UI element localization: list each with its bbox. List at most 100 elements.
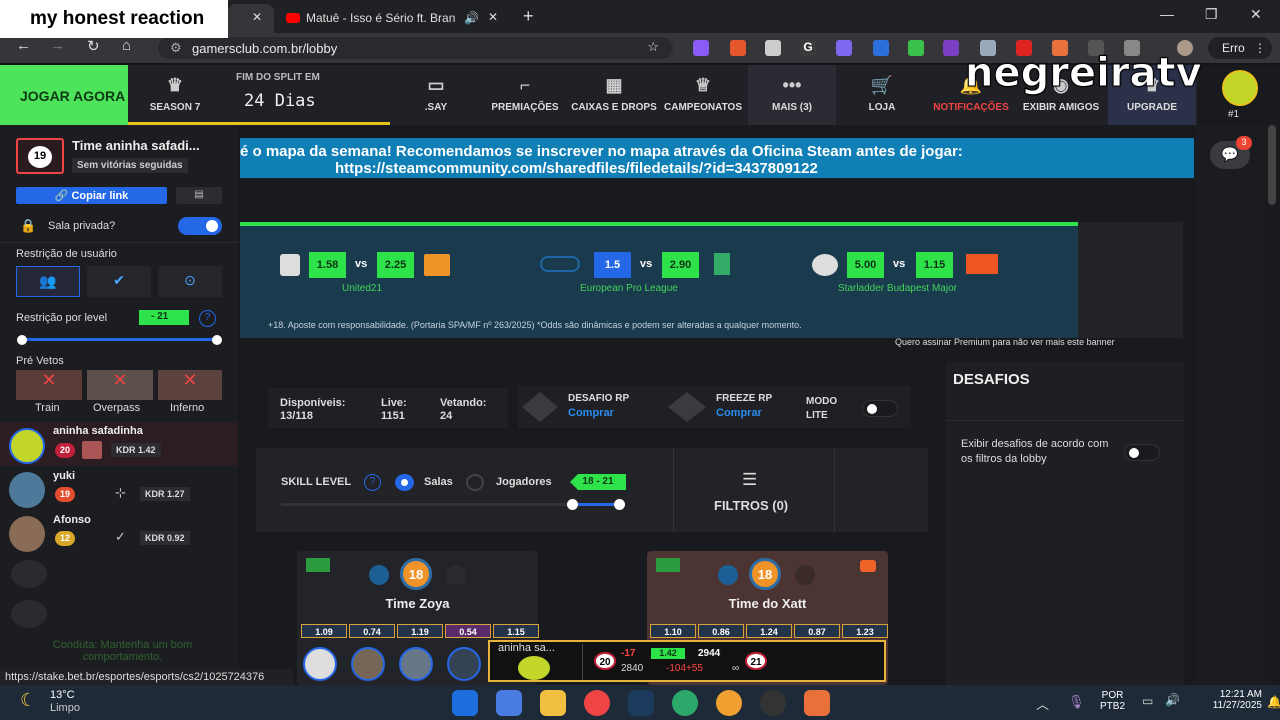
odd-button[interactable]: 5.00	[847, 252, 884, 278]
odd-button[interactable]: 1.58	[309, 252, 346, 278]
app-icon[interactable]	[672, 690, 698, 716]
help-icon[interactable]: ?	[199, 310, 216, 327]
odd-button[interactable]: 2.25	[377, 252, 414, 278]
avatar[interactable]	[351, 647, 385, 681]
close-icon[interactable]: ✕	[252, 10, 262, 24]
discord-icon[interactable]	[716, 690, 742, 716]
avatar[interactable]	[399, 647, 433, 681]
extension-icon[interactable]	[908, 40, 924, 56]
restore-button[interactable]: ❐	[1205, 6, 1218, 23]
delete-icon[interactable]: ▤	[176, 187, 222, 204]
browser-tab-gamersclub[interactable]: ✕	[228, 4, 274, 33]
network-icon[interactable]: ▭	[1142, 694, 1153, 708]
nav-mais[interactable]: ••• MAIS (3)	[748, 65, 836, 125]
avatar[interactable]	[303, 647, 337, 681]
empty-slot[interactable]	[11, 600, 47, 628]
modo-lite-toggle[interactable]	[862, 400, 898, 417]
close-window-button[interactable]: ✕	[1250, 6, 1262, 23]
slider-handle-min[interactable]	[567, 499, 578, 510]
speaker-icon[interactable]: 🔊	[1165, 693, 1180, 707]
chevron-up-icon[interactable]: ︿	[1036, 694, 1049, 713]
freeze-rp-label: FREEZE RP	[716, 393, 773, 404]
desafios-toggle[interactable]	[1124, 444, 1160, 461]
premium-link[interactable]: Quero assinar Premium para não ver mais …	[895, 337, 1115, 347]
extension-icon[interactable]	[873, 40, 889, 56]
empty-slot[interactable]	[11, 560, 47, 588]
speaker-icon[interactable]: 🔊	[464, 11, 479, 25]
extension-icon[interactable]	[730, 40, 746, 56]
restriction-everyone-button[interactable]: 👥	[16, 266, 80, 297]
copilot-icon[interactable]	[496, 690, 522, 716]
map-veto-inferno[interactable]: ✕	[158, 370, 222, 400]
filter-icon[interactable]: ☰	[742, 470, 757, 490]
extension-icon[interactable]	[836, 40, 852, 56]
forward-icon[interactable]: →	[50, 37, 65, 54]
player-row[interactable]: Afonso 12 ✓ KDR 0.92	[0, 510, 238, 554]
copy-link-button[interactable]: 🔗 Copiar link	[16, 187, 167, 204]
language-indicator[interactable]: POR PTB2	[1100, 690, 1125, 712]
mic-icon[interactable]: 🎙	[1068, 694, 1085, 710]
new-tab-button[interactable]: +	[523, 6, 534, 27]
nav-caixas[interactable]: ▦ CAIXAS E DROPS	[570, 65, 658, 125]
reload-icon[interactable]: ↻	[87, 37, 100, 55]
map-of-week-banner[interactable]: é o mapa da semana! Recomendamos se insc…	[240, 138, 1194, 178]
close-icon[interactable]: ✕	[488, 10, 498, 24]
freeze-rp-buy[interactable]: Comprar	[716, 407, 762, 419]
weather-text[interactable]: Limpo	[50, 702, 80, 714]
odd-button[interactable]: 1.15	[916, 252, 953, 278]
desafio-rp-buy[interactable]: Comprar	[568, 407, 614, 419]
menu-dots-icon[interactable]: ⋮	[1254, 41, 1266, 55]
back-icon[interactable]: ←	[16, 37, 31, 54]
nav-premiacoes[interactable]: ⌐ PREMIAÇÕES	[482, 65, 568, 125]
player-row[interactable]: aninha safadinha 20 KDR 1.42	[0, 422, 238, 466]
extension-icon[interactable]	[943, 40, 959, 56]
map-veto-train[interactable]: ✕	[16, 370, 82, 400]
bookmark-star-icon[interactable]: ☆	[647, 39, 659, 55]
minimize-button[interactable]: —	[1160, 6, 1174, 22]
play-now-button[interactable]: JOGAR AGORA	[0, 65, 128, 125]
obs-icon[interactable]	[760, 690, 786, 716]
home-icon[interactable]: ⌂	[122, 37, 131, 54]
extension-icon[interactable]	[765, 40, 781, 56]
slider-handle-max[interactable]	[614, 499, 625, 510]
extension-icon[interactable]	[693, 40, 709, 56]
nav-say[interactable]: ▭ .SAY	[392, 65, 480, 125]
jogadores-radio[interactable]	[466, 474, 484, 491]
map-veto-overpass[interactable]: ✕	[87, 370, 153, 400]
steam-icon[interactable]	[628, 690, 654, 716]
season-button[interactable]: ♛ SEASON 7	[138, 65, 212, 125]
level-range-slider[interactable]	[22, 338, 217, 341]
banner-link[interactable]: https://steamcommunity.com/sharedfiles/f…	[240, 160, 1194, 177]
user-avatar[interactable]	[1222, 70, 1258, 106]
odd-button[interactable]: 1.5	[594, 252, 631, 278]
weather-temp[interactable]: 13°C	[50, 689, 75, 701]
salas-radio[interactable]	[395, 474, 414, 491]
filters-button[interactable]: FILTROS (0)	[714, 498, 788, 513]
notification-bell-icon[interactable]: 🔔	[1267, 695, 1280, 709]
help-icon[interactable]: ?	[364, 474, 381, 491]
private-room-toggle[interactable]	[178, 217, 222, 235]
avatar[interactable]	[447, 647, 481, 681]
restriction-verified-button[interactable]: ✔	[87, 266, 151, 297]
file-explorer-icon[interactable]	[540, 690, 566, 716]
player-row[interactable]: yuki 19 ⊹ KDR 1.27	[0, 466, 238, 510]
nav-campeonatos[interactable]: ♕ CAMPEONATOS	[660, 65, 746, 125]
address-bar[interactable]: ⚙ gamersclub.com.br/lobby ☆	[158, 37, 673, 59]
site-info-icon[interactable]: ⚙	[170, 40, 182, 56]
nav-loja[interactable]: 🛒 LOJA	[838, 65, 926, 125]
scrollbar[interactable]	[1268, 125, 1276, 205]
avatar	[518, 656, 550, 680]
chrome-icon[interactable]	[584, 690, 610, 716]
slider-handle-min[interactable]	[17, 335, 27, 345]
add-friend-icon[interactable]: ⊹	[115, 485, 126, 501]
profile-error-button[interactable]: Erro ⋮	[1208, 37, 1272, 59]
slider-handle-max[interactable]	[212, 335, 222, 345]
restriction-premium-button[interactable]: ⊙	[158, 266, 222, 297]
browser-tab-youtube[interactable]: Matuê - Isso é Sério ft. Bran 🔊 ✕	[276, 4, 514, 33]
cs2-icon[interactable]	[804, 690, 830, 716]
map-name: Inferno	[170, 402, 205, 414]
odd-button[interactable]: 2.90	[662, 252, 699, 278]
windows-start-icon[interactable]	[452, 690, 478, 716]
google-icon[interactable]: G	[800, 40, 816, 56]
clock[interactable]: 12:21 AM 11/27/2025	[1200, 689, 1262, 711]
